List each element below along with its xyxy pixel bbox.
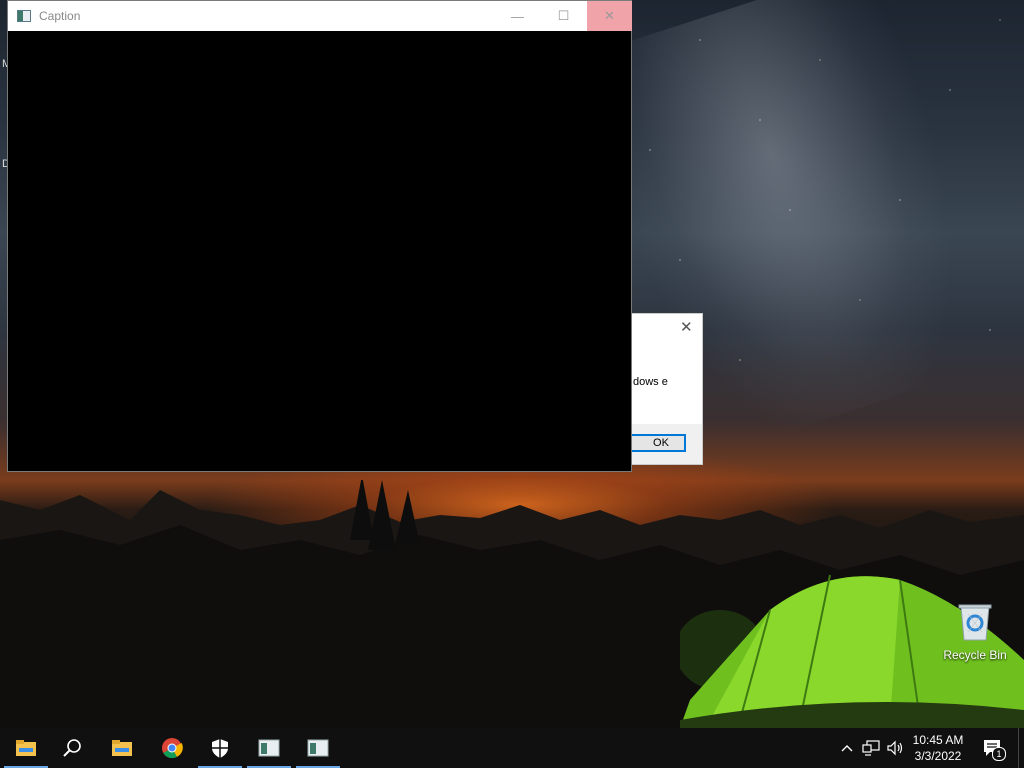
volume-button[interactable] (884, 728, 906, 768)
recycle-bin-icon (958, 602, 992, 642)
window-title: Caption (39, 9, 81, 23)
taskbar-file-explorer[interactable] (2, 728, 50, 768)
taskbar-app-window-2[interactable] (294, 728, 342, 768)
search-icon (61, 737, 83, 759)
minimize-button[interactable]: — (495, 1, 540, 31)
network-icon (862, 740, 880, 756)
clock[interactable]: 10:45 AM 3/3/2022 (905, 728, 971, 768)
window-titlebar[interactable]: Caption — ☐ ✕ (8, 1, 632, 31)
message-dialog: ✕ dows e OK (632, 313, 703, 465)
taskbar-app-window-1[interactable] (245, 728, 293, 768)
security-shield-icon (209, 737, 231, 759)
caption-window: Caption — ☐ ✕ (7, 0, 632, 472)
app-window-icon (307, 737, 329, 759)
maximize-button[interactable]: ☐ (541, 1, 586, 31)
app-window-icon (258, 737, 280, 759)
chevron-up-icon (841, 745, 853, 752)
taskbar-folder[interactable] (98, 728, 146, 768)
notification-icon: 1 (982, 737, 1006, 761)
recycle-bin-label: Recycle Bin (943, 648, 1007, 662)
taskbar-search[interactable] (48, 728, 96, 768)
taskbar-chrome[interactable] (148, 728, 196, 768)
dialog-close-button[interactable]: ✕ (680, 318, 693, 336)
window-client-area[interactable] (8, 31, 631, 471)
file-explorer-icon (15, 737, 37, 759)
close-button[interactable]: ✕ (587, 1, 632, 31)
chrome-icon (161, 737, 183, 759)
action-center-button[interactable]: 1 (978, 728, 1008, 768)
clock-date: 3/3/2022 (914, 749, 962, 763)
volume-icon (887, 740, 903, 756)
show-desktop-button[interactable] (1018, 728, 1024, 768)
network-button[interactable] (860, 728, 882, 768)
folder-icon (111, 737, 133, 759)
app-window-icon (17, 10, 31, 22)
desktop-icon-recycle-bin[interactable]: Recycle Bin (940, 602, 1010, 662)
dialog-message: dows e (633, 376, 668, 388)
show-hidden-icons-button[interactable] (838, 728, 856, 768)
ok-button[interactable]: OK (632, 434, 686, 452)
taskbar: 10:45 AM 3/3/2022 1 (0, 728, 1024, 768)
clock-time: 10:45 AM (912, 733, 964, 747)
taskbar-security[interactable] (196, 728, 244, 768)
notification-count-badge: 1 (992, 747, 1006, 761)
